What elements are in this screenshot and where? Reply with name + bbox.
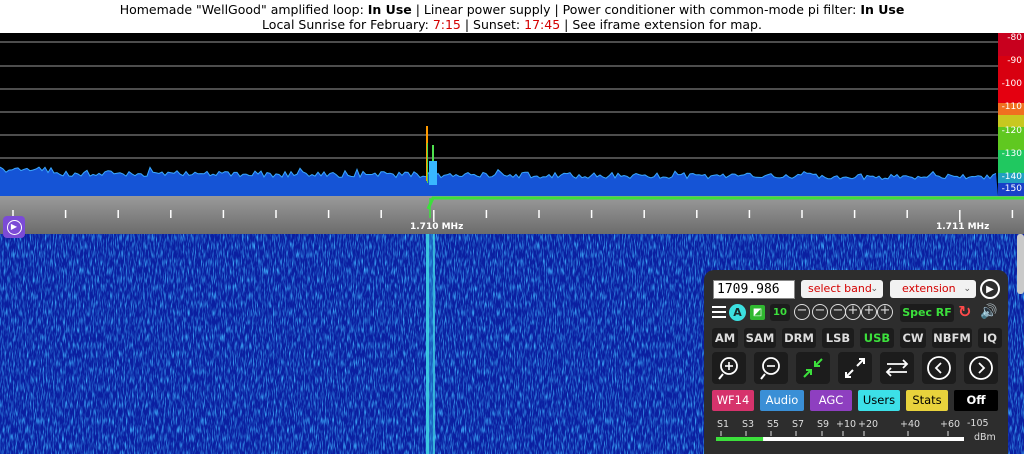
- control-panel: 1709.986 select band ⌄ extension ⌄ ▶ A ◩ 1…: [704, 270, 1008, 454]
- frequency-input[interactable]: 1709.986: [713, 280, 795, 299]
- arrows-out-icon: [845, 358, 865, 378]
- zoom-minus-icon[interactable]: −: [812, 304, 828, 320]
- zoom-minus-icon[interactable]: −: [794, 304, 810, 320]
- play-button[interactable]: ▶: [3, 216, 25, 238]
- freq-label: 1.711 MHz: [936, 222, 990, 232]
- vfo-a-button[interactable]: A: [729, 304, 746, 321]
- sunrise-label: Local Sunrise for February:: [262, 17, 433, 32]
- zoom-out-icon: [760, 357, 780, 380]
- step-down-button[interactable]: [922, 352, 956, 384]
- s-meter: S1 S3 S5 S7 S9 +10 +20 +40 +60 -105 dBm: [712, 416, 996, 450]
- mode-nbfm[interactable]: NBFM: [932, 328, 972, 348]
- antenna-status: In Use: [367, 2, 412, 17]
- play-icon: ▶: [6, 219, 22, 235]
- db-label: -140: [1001, 172, 1022, 182]
- chevron-left-circle-icon: [927, 356, 951, 380]
- arrows-in-icon: [803, 358, 823, 378]
- banner-line-1: Homemade "WellGood" amplified loop: In U…: [0, 2, 1024, 17]
- mode-cw[interactable]: CW: [900, 328, 926, 348]
- zoom-max-out-button[interactable]: [838, 352, 872, 384]
- sdr-receiver-page: Homemade "WellGood" amplified loop: In U…: [0, 0, 1024, 454]
- mode-iq[interactable]: IQ: [978, 328, 1002, 348]
- db-label: -90: [1007, 56, 1022, 66]
- map-note: | See iframe extension for map.: [560, 17, 762, 32]
- swap-button[interactable]: [880, 352, 914, 384]
- chevron-right-circle-icon: [969, 356, 993, 380]
- db-scale: -80 -90 -100 -110 -120 -130 -140 -150: [998, 33, 1024, 196]
- waterfall-scrollbar[interactable]: [1017, 234, 1024, 294]
- tab-agc[interactable]: AGC: [810, 390, 852, 411]
- db-label: -110: [1001, 102, 1022, 112]
- frequency-ticks: [12, 196, 1024, 222]
- station-info-banner: Homemade "WellGood" amplified loop: In U…: [0, 0, 1024, 33]
- db-label: -120: [1001, 126, 1022, 136]
- step-up-button[interactable]: [964, 352, 998, 384]
- green-marker-icon[interactable]: ◩: [750, 305, 765, 320]
- spectrum-display[interactable]: [0, 33, 998, 196]
- db-label: -130: [1001, 149, 1022, 159]
- s-meter-bar: [716, 431, 964, 441]
- banner-line-2: Local Sunrise for February: 7:15 | Sunse…: [0, 17, 1024, 32]
- mode-am[interactable]: AM: [712, 328, 738, 348]
- power-info-text: | Linear power supply | Power conditione…: [411, 2, 861, 17]
- swap-arrows-icon: [885, 359, 909, 377]
- db-label: -100: [1001, 79, 1022, 89]
- spec-rf-button[interactable]: Spec RF: [900, 304, 954, 322]
- menu-icon[interactable]: [712, 306, 726, 318]
- tab-off[interactable]: Off: [954, 390, 998, 411]
- signal-peak-base: [429, 161, 437, 185]
- tab-audio[interactable]: Audio: [760, 390, 804, 411]
- sunrise-time: 7:15: [432, 17, 461, 32]
- select-band-dropdown[interactable]: select band ⌄: [801, 280, 883, 298]
- speaker-icon[interactable]: 🔊: [980, 303, 997, 321]
- zoom-out-button[interactable]: [754, 352, 788, 384]
- mode-sam[interactable]: SAM: [744, 328, 776, 348]
- refresh-icon[interactable]: ↻: [958, 303, 971, 321]
- zoom-plus-icon[interactable]: +: [845, 304, 861, 320]
- passband-indicator[interactable]: [426, 196, 1024, 210]
- zoom-plus-icon[interactable]: +: [861, 304, 877, 320]
- tab-wf[interactable]: WF14: [712, 390, 754, 411]
- tab-users[interactable]: Users: [858, 390, 900, 411]
- extension-dropdown[interactable]: extension ⌄: [890, 280, 976, 298]
- extension-label: extension: [902, 282, 956, 295]
- mode-usb[interactable]: USB: [860, 328, 894, 348]
- zoom-in-icon: [718, 357, 738, 380]
- frequency-scale[interactable]: 1.710 MHz 1.711 MHz: [0, 196, 1024, 234]
- db-label: -150: [1001, 184, 1022, 194]
- signal-peak-mid: [427, 143, 428, 183]
- zoom-to-band-button[interactable]: [796, 352, 830, 384]
- zoom-minus-icon[interactable]: −: [830, 304, 846, 320]
- db-label: -80: [1007, 33, 1022, 43]
- zoom-in-button[interactable]: [712, 352, 746, 384]
- antenna-info-text: Homemade "WellGood" amplified loop:: [119, 2, 368, 17]
- play-circle-icon[interactable]: ▶: [980, 279, 1000, 299]
- chevron-down-icon: ⌄: [963, 284, 971, 294]
- zoom-plus-icon[interactable]: +: [877, 304, 893, 320]
- s-meter-unit: dBm: [974, 432, 996, 443]
- tab-stats[interactable]: Stats: [906, 390, 948, 411]
- sunset-label: | Sunset:: [460, 17, 525, 32]
- select-band-label: select band: [808, 282, 872, 295]
- mode-drm[interactable]: DRM: [782, 328, 816, 348]
- chevron-down-icon: ⌄: [870, 284, 878, 294]
- sunset-time: 17:45: [524, 17, 561, 32]
- spectrum-graph: [0, 41, 998, 196]
- power-status: In Use: [860, 2, 905, 17]
- step-10-button[interactable]: 10: [770, 304, 790, 321]
- mode-lsb[interactable]: LSB: [822, 328, 854, 348]
- freq-label: 1.710 MHz: [410, 222, 464, 232]
